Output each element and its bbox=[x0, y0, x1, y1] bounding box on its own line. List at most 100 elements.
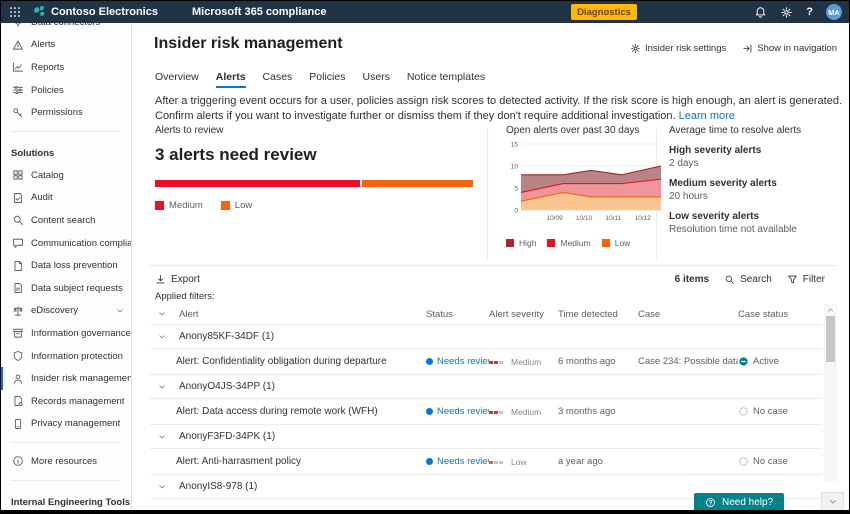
table-group-row[interactable]: Anony85KF-34DF (1) bbox=[150, 325, 822, 349]
table-group-row[interactable]: AnonyF3FD-34PK (1) bbox=[150, 425, 822, 449]
table-row[interactable]: Alert: Data access during remote work (W… bbox=[150, 399, 822, 425]
help-circle-icon bbox=[705, 497, 716, 508]
tab-overview[interactable]: Overview bbox=[155, 71, 199, 88]
scrollbar-up-icon[interactable] bbox=[826, 306, 835, 314]
table-scrollbar[interactable] bbox=[824, 304, 837, 481]
sidebar-item-ediscovery[interactable]: eDiscovery bbox=[1, 300, 131, 323]
severity-bar-segment-medium bbox=[155, 180, 361, 187]
severity-label: Low bbox=[511, 456, 527, 467]
table-row[interactable]: Alert: Anti-harrasment policy Needs revie… bbox=[150, 449, 822, 475]
severity-cell: Low bbox=[489, 456, 558, 467]
sidebar-item-content-search[interactable]: Content search bbox=[1, 209, 131, 232]
person-icon bbox=[12, 373, 24, 385]
page-header-actions: Insider risk settings Show in navigation bbox=[630, 43, 837, 54]
group-cell: AnonyO4JS-34PP (1) bbox=[150, 381, 426, 392]
chevron-down-icon[interactable] bbox=[158, 383, 166, 391]
group-name: AnonyIS8-978 (1) bbox=[179, 481, 258, 492]
notifications-bell-icon[interactable] bbox=[754, 6, 767, 19]
sidebar-item-permissions[interactable]: Permissions bbox=[1, 101, 131, 124]
sidebar-item-data-loss-prevention[interactable]: Data loss prevention bbox=[1, 254, 131, 277]
svg-text:10/09: 10/09 bbox=[546, 215, 563, 222]
sidebar-item-label: Information governance bbox=[31, 327, 131, 339]
tab-policies[interactable]: Policies bbox=[309, 71, 345, 88]
toolbar-right: 6 items Search Filter bbox=[675, 274, 825, 285]
severity-square bbox=[489, 410, 493, 414]
chevron-down-icon[interactable] bbox=[158, 483, 166, 491]
show-in-navigation-link[interactable]: Show in navigation bbox=[742, 43, 837, 54]
time-detected-value: 3 months ago bbox=[558, 406, 616, 417]
column-header-alert-severity[interactable]: Alert severity bbox=[489, 309, 558, 320]
sidebar-item-privacy-management[interactable]: Privacy management bbox=[1, 413, 131, 436]
sidebar-item-communication-compliance[interactable]: Communication compliance bbox=[1, 232, 131, 255]
chevron-down-icon[interactable] bbox=[158, 433, 166, 441]
diagnostics-button[interactable]: Diagnostics bbox=[571, 4, 637, 20]
alert-cell: Alert: Data access during remote work (W… bbox=[150, 406, 426, 417]
doc-gear-icon bbox=[12, 395, 24, 407]
chevron-down-icon[interactable] bbox=[158, 333, 166, 341]
search-button[interactable]: Search bbox=[724, 274, 772, 285]
open-alerts-chart-legend: High Medium Low bbox=[506, 238, 666, 248]
table-group-row[interactable]: AnonyO4JS-34PP (1) bbox=[150, 375, 822, 399]
app-launcher-icon[interactable] bbox=[8, 5, 22, 19]
tab-alerts[interactable]: Alerts bbox=[215, 71, 246, 88]
resolve-times-panel: Average time to resolve alerts High seve… bbox=[669, 125, 837, 235]
legend-label: Low bbox=[614, 238, 631, 248]
sidebar-item-reports[interactable]: Reports bbox=[1, 56, 131, 79]
svg-text:0: 0 bbox=[514, 207, 518, 214]
sidebar-item-audit[interactable]: Audit bbox=[1, 187, 131, 210]
help-question-icon[interactable]: ? bbox=[806, 6, 813, 18]
filter-icon bbox=[787, 274, 798, 285]
settings-gear-icon[interactable] bbox=[780, 6, 793, 19]
column-header-status[interactable]: Status bbox=[426, 309, 489, 320]
severity-square bbox=[499, 460, 503, 464]
avatar[interactable]: MA bbox=[826, 4, 842, 20]
export-label: Export bbox=[171, 273, 200, 285]
severity-square bbox=[494, 410, 498, 414]
sidebar-item-alerts[interactable]: Alerts bbox=[1, 34, 131, 57]
sidebar-item-information-governance[interactable]: Information governance bbox=[1, 322, 131, 345]
chevron-down-icon bbox=[828, 497, 838, 507]
case-status-label: Active bbox=[753, 356, 779, 367]
learn-more-link[interactable]: Learn more bbox=[679, 110, 735, 122]
legend-label: High bbox=[519, 238, 537, 248]
sidebar-item-catalog[interactable]: Catalog bbox=[1, 164, 131, 187]
applied-filters-label: Applied filters: bbox=[155, 291, 215, 302]
column-header-label: Case status bbox=[738, 308, 789, 320]
column-header-time-detected[interactable]: Time detected bbox=[558, 309, 638, 320]
status-dot-icon bbox=[426, 458, 433, 465]
chevron-down-icon[interactable] bbox=[158, 310, 166, 318]
grid4-icon bbox=[12, 169, 24, 181]
filter-button[interactable]: Filter bbox=[787, 274, 825, 285]
tab-cases[interactable]: Cases bbox=[263, 71, 293, 88]
group-cell: AnonyF3FD-34PK (1) bbox=[150, 431, 426, 442]
alert-title: Alert: Anti-harrasment policy bbox=[176, 456, 302, 467]
svg-text:10/12: 10/12 bbox=[635, 215, 652, 222]
column-header-alert[interactable]: Alert bbox=[150, 309, 426, 320]
insider-risk-settings-link[interactable]: Insider risk settings bbox=[630, 43, 726, 54]
sidebar-item-data-subject-requests[interactable]: Data subject requests bbox=[1, 277, 131, 300]
sidebar-item-policies[interactable]: Policies bbox=[1, 79, 131, 102]
alerts-table: Alert Status Alert severity Time detected Ca… bbox=[150, 304, 822, 499]
group-cell: Anony85KF-34DF (1) bbox=[150, 331, 426, 342]
alert-title: Alert: Confidentiality obligation during… bbox=[176, 356, 387, 367]
tab-notice-templates[interactable]: Notice templates bbox=[407, 71, 485, 88]
scrollbar-thumb[interactable] bbox=[826, 316, 835, 362]
page-scroll-down-button[interactable] bbox=[821, 492, 844, 511]
sidebar-item-records-management[interactable]: Records management bbox=[1, 390, 131, 413]
sidebar-item-insider-risk-management[interactable]: Insider risk management bbox=[1, 367, 131, 390]
table-row[interactable]: Alert: Confidentiality obligation during… bbox=[150, 349, 822, 375]
severity-bar-segment-low bbox=[362, 180, 473, 187]
status-label: Needs review bbox=[437, 356, 489, 367]
sidebar-item-data-connectors[interactable]: Data connectors bbox=[1, 23, 131, 34]
column-header-case-status[interactable]: Case status bbox=[738, 309, 821, 320]
sidebar-item-information-protection[interactable]: Information protection bbox=[1, 345, 131, 368]
sidebar-item-more-resources[interactable]: More resources bbox=[1, 450, 131, 473]
legend-label: Low bbox=[234, 200, 253, 211]
severity-squares-icon bbox=[489, 406, 504, 417]
tab-users[interactable]: Users bbox=[362, 71, 389, 88]
export-button[interactable]: Export bbox=[155, 274, 200, 285]
legend-item-low: Low bbox=[601, 238, 631, 248]
doc-check-icon bbox=[12, 192, 24, 204]
sidebar-divider bbox=[11, 442, 121, 444]
column-header-case[interactable]: Case bbox=[638, 309, 738, 320]
